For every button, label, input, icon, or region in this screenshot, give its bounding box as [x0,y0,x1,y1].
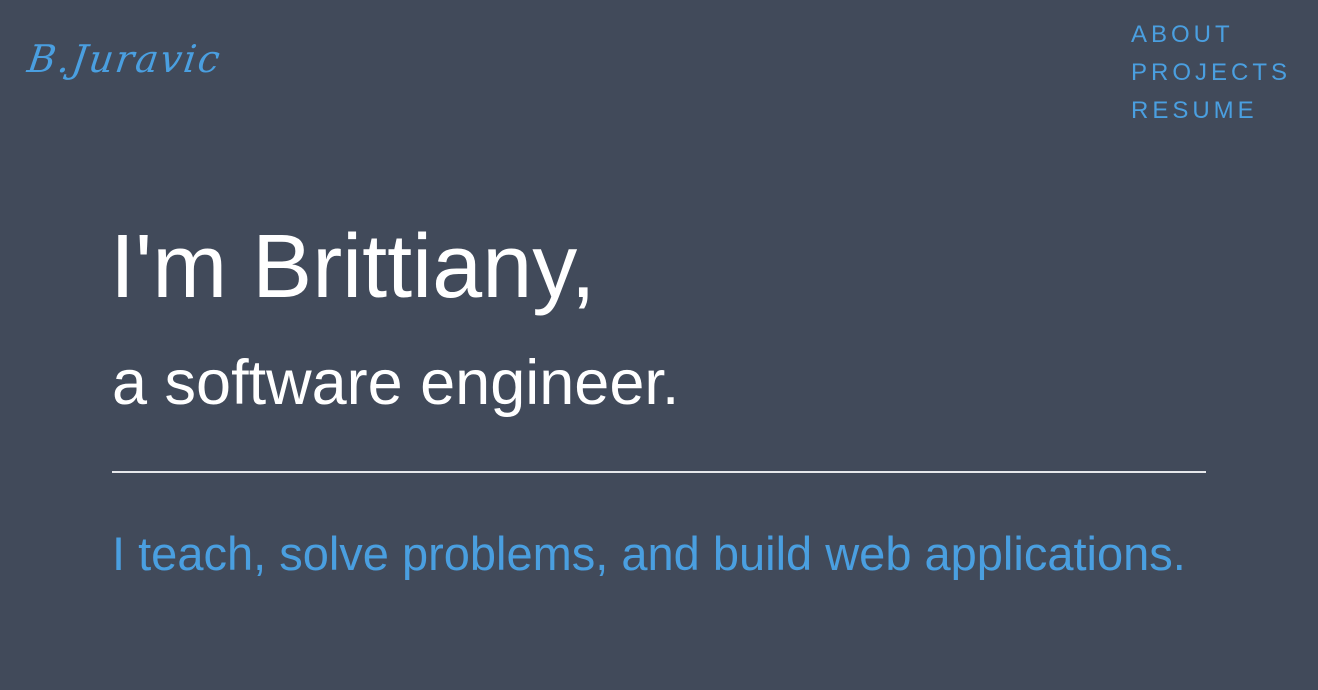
nav-link-about[interactable]: ABOUT [1131,21,1291,59]
site-logo[interactable]: B.Juravic [25,37,225,81]
hero-tagline: I teach, solve problems, and build web a… [112,527,1186,580]
nav-link-resume[interactable]: RESUME [1131,97,1291,135]
main-nav: ABOUT PROJECTS RESUME [1131,21,1291,135]
hero-divider [112,471,1206,473]
hero-subheadline: a software engineer. [112,348,680,418]
nav-link-projects[interactable]: PROJECTS [1131,59,1291,97]
hero-headline: I'm Brittiany, [110,217,596,317]
